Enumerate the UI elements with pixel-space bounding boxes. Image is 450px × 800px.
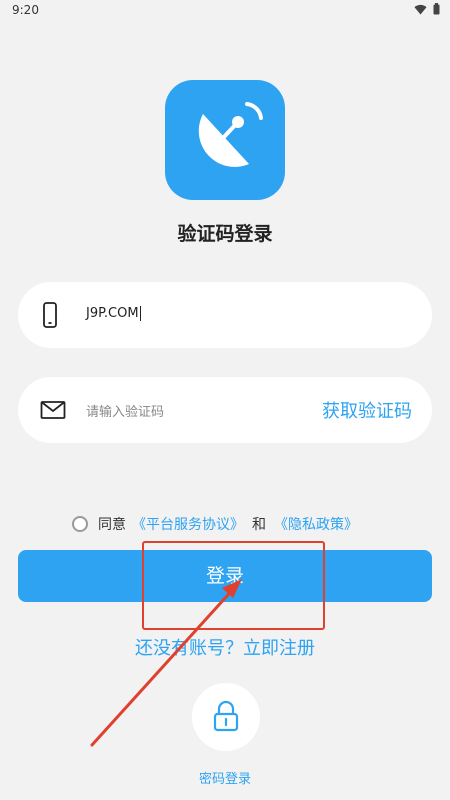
status-time: 9:20: [12, 3, 39, 17]
mail-icon: [40, 401, 66, 419]
page-title: 验证码登录: [177, 223, 273, 245]
satellite-dish-icon: [198, 102, 263, 167]
phone-icon: [43, 302, 57, 328]
code-field[interactable]: 请输入验证码 获取验证码: [18, 377, 432, 443]
lock-icon: [213, 700, 239, 732]
app-logo: [165, 80, 285, 200]
password-login-label[interactable]: 密码登录: [0, 768, 450, 787]
terms-link[interactable]: 《平台服务协议》: [132, 514, 244, 534]
code-input[interactable]: 请输入验证码: [86, 401, 164, 420]
status-icons: [414, 3, 440, 15]
status-bar: 9:20: [0, 0, 450, 22]
get-code-button[interactable]: 获取验证码: [322, 397, 412, 423]
battery-icon: [433, 3, 440, 15]
privacy-link[interactable]: 《隐私政策》: [274, 514, 358, 534]
agreement-prefix: 同意: [98, 517, 126, 533]
register-link[interactable]: 还没有账号？立即注册: [0, 634, 450, 660]
annotation-highlight-box: [142, 541, 325, 630]
wifi-icon: [414, 4, 427, 15]
phone-field[interactable]: J9P.COM: [18, 282, 432, 348]
password-login-button[interactable]: [192, 683, 260, 751]
phone-input-value[interactable]: J9P.COM: [86, 306, 141, 321]
agreement-and: 和: [252, 517, 266, 533]
agreement-checkbox[interactable]: [72, 516, 88, 532]
agreement-row: 同意 《平台服务协议》 和 《隐私政策》: [72, 514, 358, 534]
